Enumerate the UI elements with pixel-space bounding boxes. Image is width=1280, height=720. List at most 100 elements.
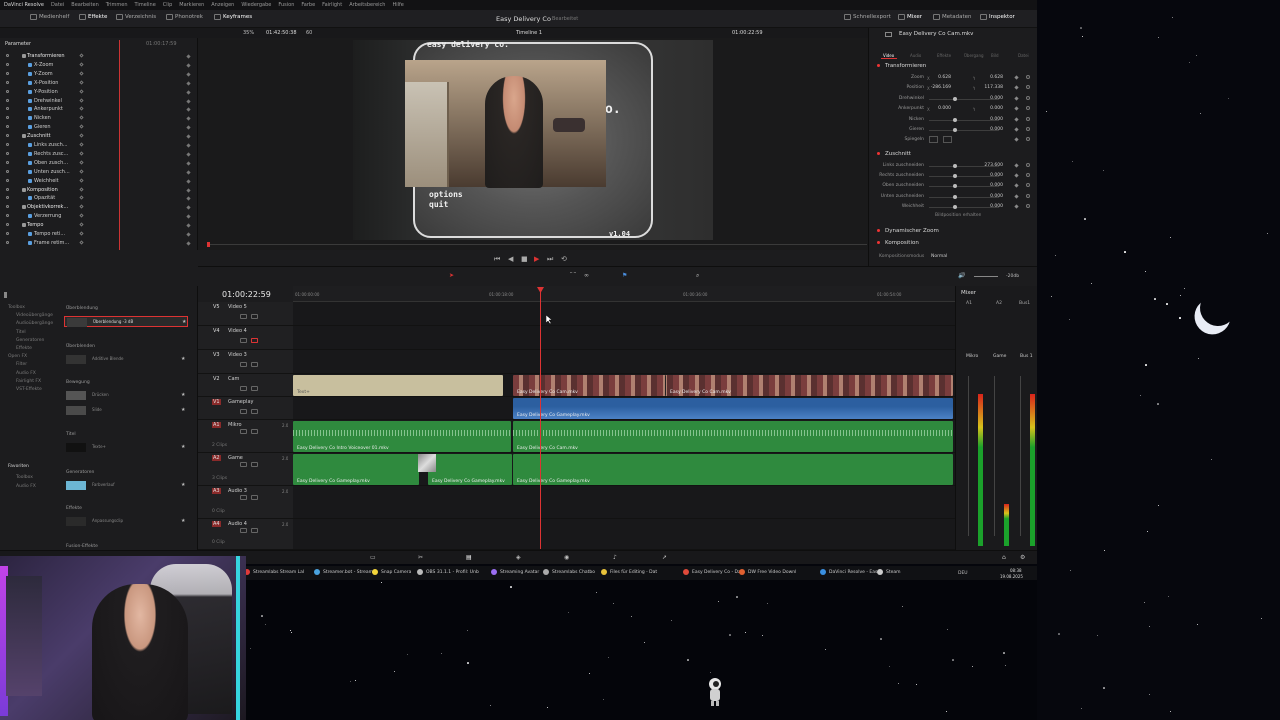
menu-item-10[interactable]: Farbe [301,2,315,8]
keyframe-add-icon[interactable] [79,115,84,120]
keyframe-diamond-icon[interactable] [1014,75,1019,80]
effects-tree-item[interactable]: Open FX [8,354,27,359]
mixer-fader-bus1[interactable] [1020,376,1021,536]
keyframe-toggle-icon[interactable] [6,240,9,244]
cut-page-icon[interactable]: ✂ [418,554,423,562]
keyframe-diamond-icon[interactable] [1014,173,1019,178]
composite-mode-select[interactable]: Normal [931,253,947,260]
taskbar-app[interactable]: Steam [877,569,901,575]
keyframe-row[interactable]: X-Zoom [0,61,198,70]
keyframe-add-icon[interactable] [79,124,84,129]
inspector-value-y[interactable]: 0.628 [973,75,1003,80]
reset-icon[interactable] [1026,203,1030,208]
keyframe-diamond-icon[interactable] [1014,127,1019,132]
track-visibility-icon[interactable] [251,386,258,391]
keyframe-row[interactable]: Zuschnitt [0,132,198,141]
edit-page-icon[interactable]: ▤ [466,554,472,562]
taskbar-app[interactable]: Snap Camera [372,569,411,575]
timeline-ruler[interactable]: 01:00:00:00 01:00:18:00 01:00:36:00 01:00:5… [293,286,955,302]
track-name[interactable]: Game [228,455,243,461]
keyframe-add-icon[interactable] [79,195,84,201]
keyframe-row[interactable]: Tempo [0,221,198,230]
keyframe-add-icon[interactable] [79,133,84,138]
track-visibility-icon[interactable] [251,429,258,434]
keyframe-diamond-icon[interactable] [1014,204,1019,209]
track-name[interactable]: Video 3 [228,352,247,358]
favorite-star-icon[interactable]: ★ [181,407,185,413]
effects-tree-item[interactable]: Effekte [16,346,32,351]
keyframe-end-icon[interactable] [186,125,191,130]
keyframe-add-icon[interactable] [79,231,84,236]
favorite-star-icon[interactable]: ★ [181,356,185,362]
mirror-h-icon[interactable] [929,136,938,144]
inspector-value[interactable]: 0.000 [973,183,1003,188]
track-visibility-icon[interactable] [251,314,258,319]
keyframe-toggle-icon[interactable] [6,62,9,66]
playhead[interactable] [540,287,541,549]
keyframe-end-icon[interactable] [186,72,191,77]
keyframe-end-icon[interactable] [186,232,191,237]
mikro-audio-clip-1[interactable]: Easy Delivery Co Intro Voiceover 01.mkv [293,421,511,452]
keyframe-toggle-icon[interactable] [6,98,9,102]
transition-handle[interactable] [418,454,436,472]
keyframe-row[interactable]: Ankerpunkt [0,105,198,114]
keyframe-toggle-icon[interactable] [6,187,9,191]
flag-icon[interactable]: ⚑ [622,272,627,280]
keyframe-end-icon[interactable] [186,241,191,246]
keyframe-playhead[interactable] [119,40,120,250]
loop-icon[interactable]: ⟲ [561,255,567,263]
taskbar-app[interactable]: Easy Delivery Co - Da [683,569,741,575]
inspector-slider-knob[interactable] [953,128,957,132]
favorite-star-icon[interactable]: ★ [182,319,186,325]
keyframe-row[interactable]: Verzerrung [0,212,198,221]
keyframe-toggle-icon[interactable] [6,178,9,182]
tab-inspector[interactable]: Inspektor [980,14,1015,20]
track-name[interactable]: Mikro [228,422,242,428]
effects-tree-item[interactable]: Fairlight FX [16,379,41,384]
reset-icon[interactable] [1026,127,1030,131]
reset-icon[interactable] [1026,116,1030,121]
mixer-fader-game[interactable] [994,376,995,536]
keyframe-end-icon[interactable] [186,205,191,210]
keyframe-add-icon[interactable] [79,71,84,76]
reset-icon[interactable] [1026,95,1030,100]
inspector-slider-knob[interactable] [953,174,957,179]
mirror-v-icon[interactable] [943,136,952,144]
track-lane-a4[interactable] [293,519,955,550]
keyframe-toggle-icon[interactable] [6,160,9,164]
home-icon[interactable]: ⌂ [1002,554,1006,562]
track-lock-icon[interactable] [240,528,247,533]
inspector-tab-3[interactable]: Übergang [964,52,984,59]
effects-tree-item[interactable]: Toolbox [8,305,25,310]
skip-forward-icon[interactable]: ⏭ [547,255,553,264]
effects-tree-item[interactable]: Audioübergänge [16,321,53,326]
inspector-value[interactable]: 0.000 [973,173,1003,178]
keyframe-end-icon[interactable] [186,152,191,157]
favorite-star-icon[interactable]: ★ [181,392,185,398]
menu-item-11[interactable]: Fairlight [322,2,342,8]
favorites-item[interactable]: Audio FX [16,484,36,489]
section-dynamic-zoom[interactable]: Dynamischer Zoom [877,228,939,234]
inspector-value[interactable]: 0.000 [973,204,1003,209]
volume-icon[interactable]: 🔊 [958,272,965,280]
keyframe-row[interactable]: Komposition [0,186,198,195]
keyframe-row[interactable]: Oben zusch... [0,159,198,168]
track-lock-icon[interactable] [240,429,247,434]
inspector-tab-1[interactable]: Audio [910,52,921,59]
effects-tree-item[interactable]: Filter [16,362,27,367]
keyframe-add-icon[interactable] [79,204,84,209]
tray-language[interactable]: DEU [958,570,968,577]
keyframe-diamond-icon[interactable] [1014,193,1019,199]
mixer-fader-mikro[interactable] [968,376,969,536]
taskbar-app[interactable]: Streamlabs Chatbo [543,569,595,575]
selection-tool-icon[interactable]: ➤ [449,272,454,280]
inspector-tab-4[interactable]: Bild [991,52,999,59]
keyframe-row[interactable]: Transformieren [0,52,198,61]
keyframe-row[interactable]: Weichheit [0,177,198,186]
keyframe-toggle-icon[interactable] [6,125,9,129]
keyframe-toggle-icon[interactable] [6,223,9,227]
inspector-slider-knob[interactable] [953,204,957,209]
keyframe-diamond-icon[interactable] [1014,106,1019,111]
keyframe-diamond-icon[interactable] [1014,163,1019,168]
effects-tree-item[interactable]: Generatoren [16,338,44,343]
